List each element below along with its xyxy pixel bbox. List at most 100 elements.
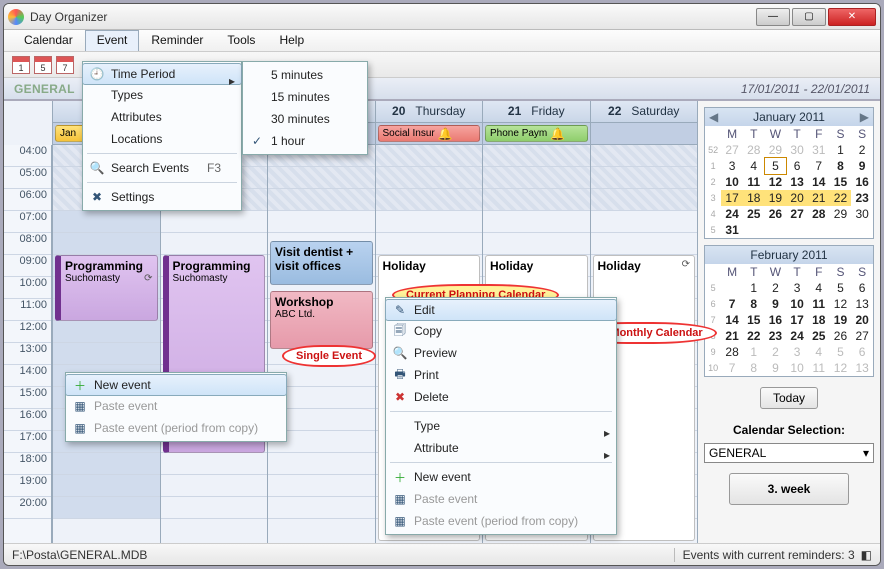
next-month-icon[interactable]: ▶ (860, 110, 869, 124)
minical-day[interactable]: 14 (721, 312, 743, 328)
minical-day[interactable]: 20 (786, 190, 808, 206)
time-slot[interactable] (53, 475, 160, 497)
time-slot[interactable] (53, 497, 160, 519)
minical-day[interactable]: 8 (830, 158, 852, 174)
event-menu[interactable]: 🕘Time PeriodTypesAttributesLocations🔍Sea… (82, 61, 242, 211)
time-slot[interactable] (53, 321, 160, 343)
menu-item[interactable]: 🔍Search EventsF3 (83, 157, 241, 179)
minical-day[interactable]: 13 (851, 296, 873, 312)
time-period-submenu[interactable]: 5 minutes15 minutes30 minutes✓1 hour (242, 61, 368, 155)
event-visit[interactable]: Visit dentist + visit offices (270, 241, 373, 285)
minical-day[interactable]: 4 (808, 344, 830, 360)
time-slot[interactable] (268, 167, 375, 189)
minical-day[interactable]: 15 (830, 174, 852, 190)
minical-day[interactable]: 3 (721, 158, 743, 174)
menu-item[interactable]: 🕘Time Period (82, 63, 242, 85)
time-slot[interactable] (53, 211, 160, 233)
time-slot[interactable] (161, 211, 268, 233)
minical-day[interactable]: 21 (808, 190, 830, 206)
day-header[interactable]: 21Friday (482, 101, 590, 122)
close-button[interactable]: ✕ (828, 8, 876, 26)
event-workshop[interactable]: WorkshopABC Ltd. (270, 291, 373, 349)
menu-item[interactable]: ▦Paste event (period from copy) (66, 417, 286, 439)
time-slot[interactable] (591, 189, 698, 211)
menu-item[interactable]: ▦Paste event (66, 395, 286, 417)
minical-day[interactable]: 15 (743, 312, 765, 328)
today-button[interactable]: Today (760, 387, 818, 409)
prev-month-icon[interactable]: ◀ (709, 110, 718, 124)
minical-day[interactable] (721, 280, 743, 296)
minical-day[interactable]: 11 (808, 296, 830, 312)
minical-day[interactable]: 4 (743, 158, 765, 174)
minical-day[interactable]: 22 (830, 190, 852, 206)
minical-day[interactable]: 29 (765, 142, 787, 158)
menu-event[interactable]: Event (85, 30, 140, 51)
toolbar-calendar-icon[interactable]: 1 (12, 56, 30, 74)
minical-day[interactable]: 19 (765, 190, 787, 206)
maximize-button[interactable]: ▢ (792, 8, 826, 26)
week-button[interactable]: 3. week (729, 473, 849, 505)
day-header[interactable]: 22Saturday (590, 101, 698, 122)
minical-day[interactable]: 12 (765, 174, 787, 190)
menu-calendar[interactable]: Calendar (12, 30, 85, 51)
minical-day[interactable]: 24 (721, 206, 743, 222)
time-slot[interactable] (53, 233, 160, 255)
minical-day[interactable]: 17 (721, 190, 743, 206)
time-slot[interactable] (483, 233, 590, 255)
minical-day[interactable]: 23 (765, 328, 787, 344)
minical-day[interactable]: 11 (808, 360, 830, 376)
minical-day[interactable]: 26 (830, 328, 852, 344)
menu-item[interactable]: Attribute (386, 437, 616, 459)
minical-day[interactable] (765, 222, 787, 238)
minical-day[interactable]: 4 (808, 280, 830, 296)
new-event-menu[interactable]: ＋New event▦Paste event▦Paste event (peri… (65, 372, 287, 442)
minical-day[interactable]: 6 (851, 280, 873, 296)
menu-item[interactable]: Type (386, 415, 616, 437)
minical-day[interactable]: 31 (721, 222, 743, 238)
minical-day[interactable]: 3 (786, 280, 808, 296)
time-slot[interactable] (591, 145, 698, 167)
minical-day[interactable]: 10 (786, 296, 808, 312)
minical-day[interactable]: 2 (765, 280, 787, 296)
minical-day[interactable]: 19 (830, 312, 852, 328)
menu-item[interactable]: ✖Delete (386, 386, 616, 408)
menu-item[interactable]: ＋New event (65, 374, 287, 396)
minical-day[interactable]: 3 (786, 344, 808, 360)
menu-item[interactable]: 🖶Print (386, 364, 616, 386)
minical-day[interactable]: 27 (851, 328, 873, 344)
time-slot[interactable] (483, 145, 590, 167)
minical-day[interactable] (743, 222, 765, 238)
time-slot[interactable] (591, 233, 698, 255)
toolbar-calendar-icon[interactable]: 5 (34, 56, 52, 74)
menu-item[interactable]: Locations (83, 128, 241, 150)
minical-day[interactable]: 25 (743, 206, 765, 222)
calendar-selection-combo[interactable]: GENERAL▾ (704, 443, 874, 463)
menu-item[interactable]: Types (83, 84, 241, 106)
minical-day[interactable]: 11 (743, 174, 765, 190)
time-slot[interactable] (268, 475, 375, 497)
minical-day[interactable]: 5 (830, 280, 852, 296)
minical-day[interactable]: 7 (808, 158, 830, 174)
menu-item[interactable]: 5 minutes (243, 64, 367, 86)
menu-item[interactable]: 15 minutes (243, 86, 367, 108)
minical-day[interactable]: 16 (851, 174, 873, 190)
minical-day[interactable]: 25 (808, 328, 830, 344)
minical-day[interactable]: 7 (721, 296, 743, 312)
toolbar-calendar-icon[interactable]: 7 (56, 56, 74, 74)
minical-day[interactable]: 12 (830, 360, 852, 376)
minical-day[interactable]: 31 (808, 142, 830, 158)
minical-day[interactable]: 17 (786, 312, 808, 328)
minical-day[interactable]: 23 (851, 190, 873, 206)
minical-day[interactable]: 18 (808, 312, 830, 328)
mini-calendar-feb[interactable]: February 2011MTWTFSS51234566789101112137… (704, 245, 874, 377)
minical-day[interactable]: 5 (830, 344, 852, 360)
menu-item[interactable]: 🔍Preview (386, 342, 616, 364)
mini-calendar-jan[interactable]: ◀January 2011▶MTWTFSS5227282930311213456… (704, 107, 874, 239)
minical-day[interactable]: 21 (721, 328, 743, 344)
time-slot[interactable] (53, 343, 160, 365)
allday-chip[interactable]: Social Insur 🔔 (378, 125, 481, 142)
allday-cell[interactable]: Social Insur 🔔 (375, 123, 483, 144)
time-slot[interactable] (376, 233, 483, 255)
minical-day[interactable]: 6 (786, 158, 808, 174)
minical-day[interactable]: 29 (830, 206, 852, 222)
